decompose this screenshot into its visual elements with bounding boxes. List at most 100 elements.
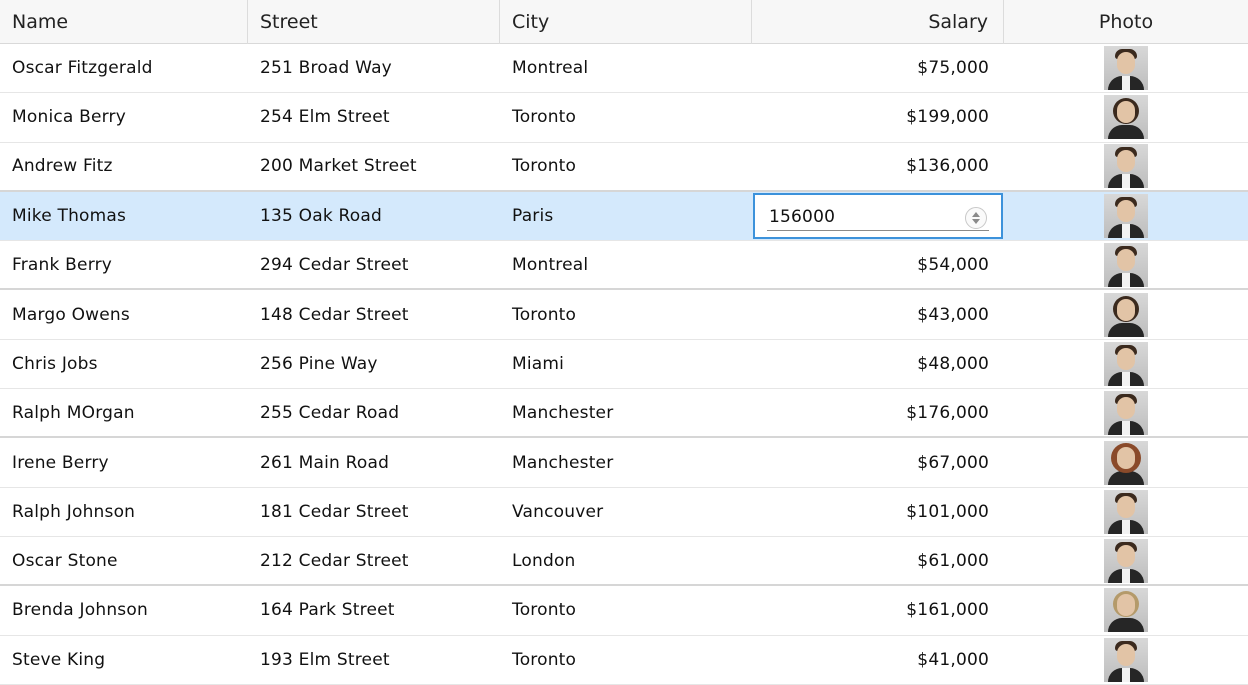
cell-name[interactable]: Chris Jobs xyxy=(0,340,248,388)
cell-salary[interactable]: $136,000 xyxy=(752,143,1004,190)
cell-city[interactable]: Vancouver xyxy=(500,488,752,536)
cell-street[interactable]: 254 Elm Street xyxy=(248,93,500,141)
cell-street[interactable]: 251 Broad Way xyxy=(248,44,500,92)
column-header-name[interactable]: Name xyxy=(0,0,248,44)
cell-city[interactable]: Toronto xyxy=(500,586,752,634)
cell-photo[interactable] xyxy=(1004,290,1248,338)
cell-salary[interactable]: $161,000 xyxy=(752,586,1004,634)
cell-photo[interactable] xyxy=(1004,586,1248,634)
cell-city[interactable]: Toronto xyxy=(500,290,752,338)
table-row[interactable]: Oscar Stone 212 Cedar Street London $61,000 xyxy=(0,536,1248,587)
person-photo-male xyxy=(1104,46,1148,91)
person-photo-female xyxy=(1104,292,1148,337)
person-photo-male xyxy=(1104,390,1148,435)
cell-street[interactable]: 261 Main Road xyxy=(248,438,500,486)
table-row[interactable]: Ralph MOrgan 255 Cedar Road Manchester $176… xyxy=(0,389,1248,439)
column-header-street[interactable]: Street xyxy=(248,0,500,44)
cell-city[interactable]: Manchester xyxy=(500,438,752,486)
cell-photo[interactable] xyxy=(1004,537,1248,584)
table-row[interactable]: Margo Owens 148 Cedar Street Toronto $43,00… xyxy=(0,290,1248,340)
cell-photo[interactable] xyxy=(1004,192,1248,240)
table-row[interactable]: Monica Berry 254 Elm Street Toronto $199,00… xyxy=(0,93,1248,143)
cell-city[interactable]: Toronto xyxy=(500,143,752,190)
cell-salary[interactable]: $75,000 xyxy=(752,44,1004,92)
cell-name[interactable]: Oscar Fitzgerald xyxy=(0,44,248,92)
cell-name[interactable]: Andrew Fitz xyxy=(0,143,248,190)
cell-photo[interactable] xyxy=(1004,93,1248,141)
cell-salary[interactable]: $41,000 xyxy=(752,636,1004,684)
spin-down-icon[interactable] xyxy=(972,219,980,225)
cell-city[interactable]: Montreal xyxy=(500,241,752,288)
cell-name[interactable]: Ralph Johnson xyxy=(0,488,248,536)
cell-name[interactable]: Monica Berry xyxy=(0,93,248,141)
cell-street[interactable]: 135 Oak Road xyxy=(248,192,500,240)
cell-street[interactable]: 181 Cedar Street xyxy=(248,488,500,536)
table-row[interactable]: Brenda Johnson 164 Park Street Toronto $161… xyxy=(0,586,1248,636)
cell-street[interactable]: 193 Elm Street xyxy=(248,636,500,684)
cell-city[interactable]: Toronto xyxy=(500,636,752,684)
column-header-photo[interactable]: Photo xyxy=(1004,0,1248,44)
cell-photo[interactable] xyxy=(1004,340,1248,388)
cell-salary[interactable]: $101,000 xyxy=(752,488,1004,536)
cell-city[interactable]: Toronto xyxy=(500,93,752,141)
cell-street[interactable]: 164 Park Street xyxy=(248,586,500,634)
cell-salary[interactable]: $67,000 xyxy=(752,438,1004,486)
cell-name[interactable]: Mike Thomas xyxy=(0,192,248,240)
table-row[interactable]: Mike Thomas 135 Oak Road Paris 156000 xyxy=(0,191,1248,242)
cell-city[interactable]: Paris xyxy=(500,192,752,240)
table-row[interactable]: Ralph Johnson 181 Cedar Street Vancouver $1… xyxy=(0,487,1248,537)
cell-name[interactable]: Margo Owens xyxy=(0,290,248,338)
cell-salary[interactable]: $54,000 xyxy=(752,241,1004,288)
cell-salary[interactable]: $199,000 xyxy=(752,93,1004,141)
table-row[interactable]: Chris Jobs 256 Pine Way Miami $48,000 xyxy=(0,339,1248,390)
spinner-icon[interactable] xyxy=(965,207,987,230)
column-header-salary[interactable]: Salary xyxy=(752,0,1004,44)
person-photo-male xyxy=(1104,538,1148,583)
table-row[interactable]: Andrew Fitz 200 Market Street Toronto $136,… xyxy=(0,142,1248,192)
cell-name[interactable]: Ralph MOrgan xyxy=(0,389,248,436)
cell-photo[interactable] xyxy=(1004,438,1248,486)
cell-name[interactable]: Brenda Johnson xyxy=(0,586,248,634)
table-row[interactable]: Frank Berry 294 Cedar Street Montreal $54,0… xyxy=(0,241,1248,291)
person-photo-male xyxy=(1104,144,1148,189)
person-photo-male xyxy=(1104,489,1148,534)
cell-city[interactable]: Montreal xyxy=(500,44,752,92)
table-row[interactable]: Oscar Fitzgerald 251 Broad Way Montreal $75… xyxy=(0,44,1248,94)
table-row[interactable]: Steve King 193 Elm Street Toronto $41,000 xyxy=(0,635,1248,685)
cell-photo[interactable] xyxy=(1004,488,1248,536)
salary-editor-value[interactable]: 156000 xyxy=(769,207,835,227)
salary-editor-input[interactable]: 156000 xyxy=(753,193,1003,240)
grid-header: Name Street City Salary Photo xyxy=(0,0,1248,44)
cell-photo[interactable] xyxy=(1004,44,1248,92)
cell-city[interactable]: Miami xyxy=(500,340,752,388)
cell-street[interactable]: 256 Pine Way xyxy=(248,340,500,388)
cell-name[interactable]: Steve King xyxy=(0,636,248,684)
person-photo-male xyxy=(1104,637,1148,682)
cell-city[interactable]: London xyxy=(500,537,752,584)
data-grid: Name Street City Salary Photo Oscar Fitz… xyxy=(0,0,1248,685)
spin-up-icon[interactable] xyxy=(972,212,980,218)
cell-street[interactable]: 200 Market Street xyxy=(248,143,500,190)
grid-body: Oscar Fitzgerald 251 Broad Way Montreal $75… xyxy=(0,44,1248,685)
cell-photo[interactable] xyxy=(1004,241,1248,288)
table-row[interactable]: Irene Berry 261 Main Road Manchester $67,00… xyxy=(0,438,1248,488)
cell-street[interactable]: 294 Cedar Street xyxy=(248,241,500,288)
cell-salary[interactable]: $48,000 xyxy=(752,340,1004,388)
cell-name[interactable]: Frank Berry xyxy=(0,241,248,288)
person-photo-male xyxy=(1104,242,1148,287)
cell-photo[interactable] xyxy=(1004,143,1248,190)
cell-city[interactable]: Manchester xyxy=(500,389,752,436)
person-photo-female xyxy=(1104,440,1148,485)
person-photo-male xyxy=(1104,194,1148,239)
cell-salary[interactable]: $61,000 xyxy=(752,537,1004,584)
cell-street[interactable]: 255 Cedar Road xyxy=(248,389,500,436)
column-header-city[interactable]: City xyxy=(500,0,752,44)
cell-name[interactable]: Oscar Stone xyxy=(0,537,248,584)
cell-salary[interactable]: $43,000 xyxy=(752,290,1004,338)
cell-street[interactable]: 212 Cedar Street xyxy=(248,537,500,584)
cell-name[interactable]: Irene Berry xyxy=(0,438,248,486)
cell-photo[interactable] xyxy=(1004,389,1248,436)
cell-street[interactable]: 148 Cedar Street xyxy=(248,290,500,338)
cell-photo[interactable] xyxy=(1004,636,1248,684)
cell-salary[interactable]: $176,000 xyxy=(752,389,1004,436)
